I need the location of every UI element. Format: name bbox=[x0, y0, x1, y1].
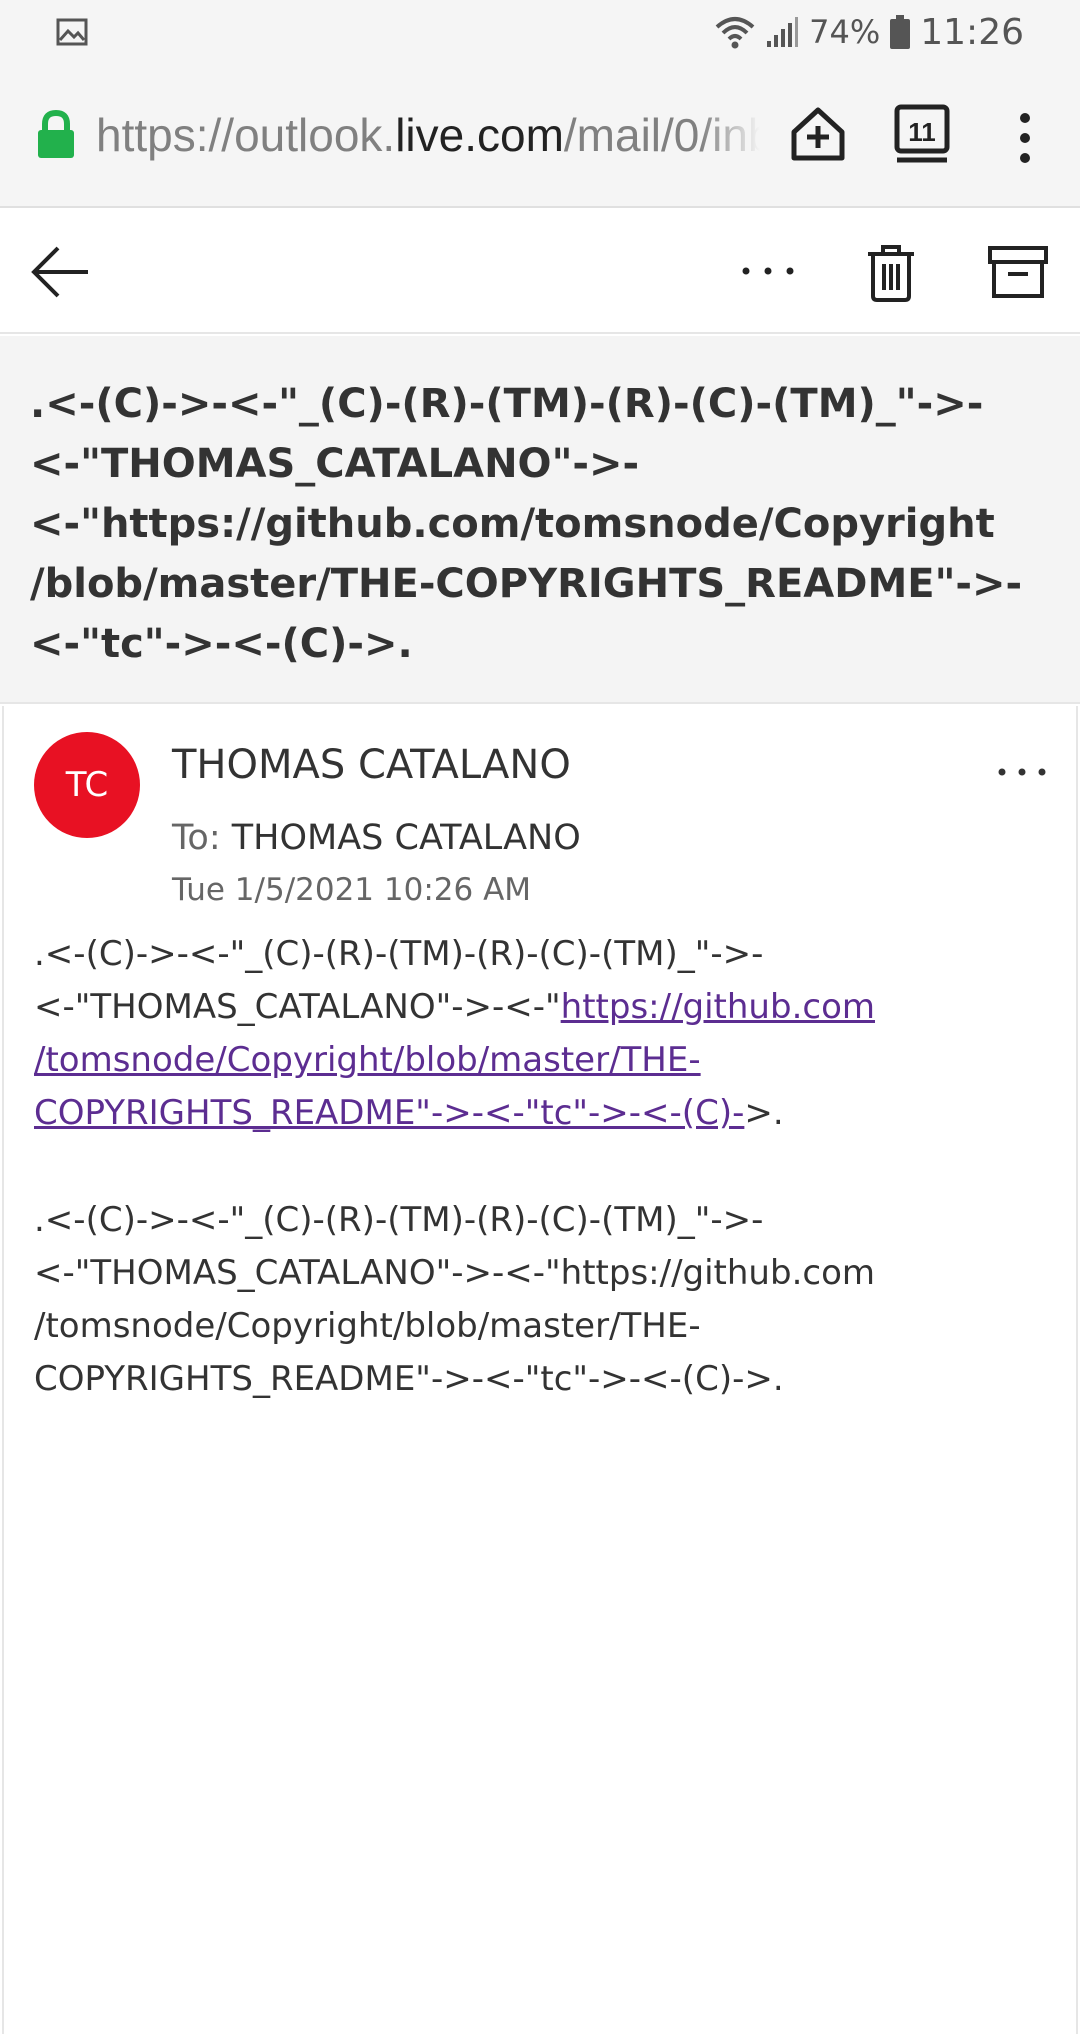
battery-icon bbox=[890, 15, 911, 49]
status-bar: 74% 11:26 bbox=[0, 0, 1080, 64]
delete-icon[interactable] bbox=[866, 244, 916, 302]
message-body-paragraph: .<-(C)->-<-"_(C)-(R)-(TM)-(R)-(C)-(TM)_"… bbox=[34, 928, 1034, 1140]
home-icon[interactable] bbox=[788, 104, 848, 164]
url-scheme: https://outlook. bbox=[96, 109, 396, 161]
recipient-name[interactable]: THOMAS CATALANO bbox=[232, 818, 581, 858]
browser-menu-icon[interactable] bbox=[1008, 110, 1042, 166]
message-body-paragraph-2: .<-(C)->-<-"_(C)-(R)-(TM)-(R)-(C)-(TM)_"… bbox=[34, 1200, 875, 1399]
status-indicators: 74% 11:26 bbox=[715, 8, 1024, 56]
url-host: live.com bbox=[395, 109, 564, 161]
battery-percent: 74% bbox=[809, 13, 881, 51]
message-more-icon[interactable] bbox=[996, 766, 1048, 778]
sender-name[interactable]: THOMAS CATALANO bbox=[172, 740, 571, 790]
message-date: Tue 1/5/2021 10:26 AM bbox=[172, 872, 532, 908]
subject-header: .<-(C)->-<-"_(C)-(R)-(TM)-(R)-(C)-(TM)_"… bbox=[0, 336, 1080, 704]
status-time: 11:26 bbox=[920, 11, 1024, 53]
archive-icon[interactable] bbox=[988, 244, 1048, 300]
signal-icon bbox=[767, 17, 799, 47]
gallery-icon bbox=[56, 18, 88, 46]
body-text-suffix: >. bbox=[744, 1093, 784, 1133]
recipient-line: To: THOMAS CATALANO bbox=[172, 814, 581, 862]
lock-icon bbox=[38, 110, 74, 158]
tabs-icon[interactable]: 11 bbox=[894, 104, 950, 164]
mail-toolbar bbox=[0, 210, 1080, 334]
email-subject: .<-(C)->-<-"_(C)-(R)-(TM)-(R)-(C)-(TM)_"… bbox=[30, 381, 1023, 667]
avatar[interactable]: TC bbox=[34, 732, 140, 838]
back-icon[interactable] bbox=[30, 246, 90, 298]
to-label: To: bbox=[172, 818, 221, 858]
url-field[interactable]: https://outlook.live.com/mail/0/inbox bbox=[96, 102, 760, 168]
url-path: /mail/0/inbox bbox=[563, 109, 760, 161]
more-actions-icon[interactable] bbox=[740, 264, 796, 278]
wifi-icon bbox=[715, 17, 755, 49]
tab-count: 11 bbox=[908, 117, 936, 147]
browser-address-bar: https://outlook.live.com/mail/0/inbox 11 bbox=[0, 64, 1080, 208]
message-item: TC THOMAS CATALANO To: THOMAS CATALANO T… bbox=[2, 706, 1078, 2034]
